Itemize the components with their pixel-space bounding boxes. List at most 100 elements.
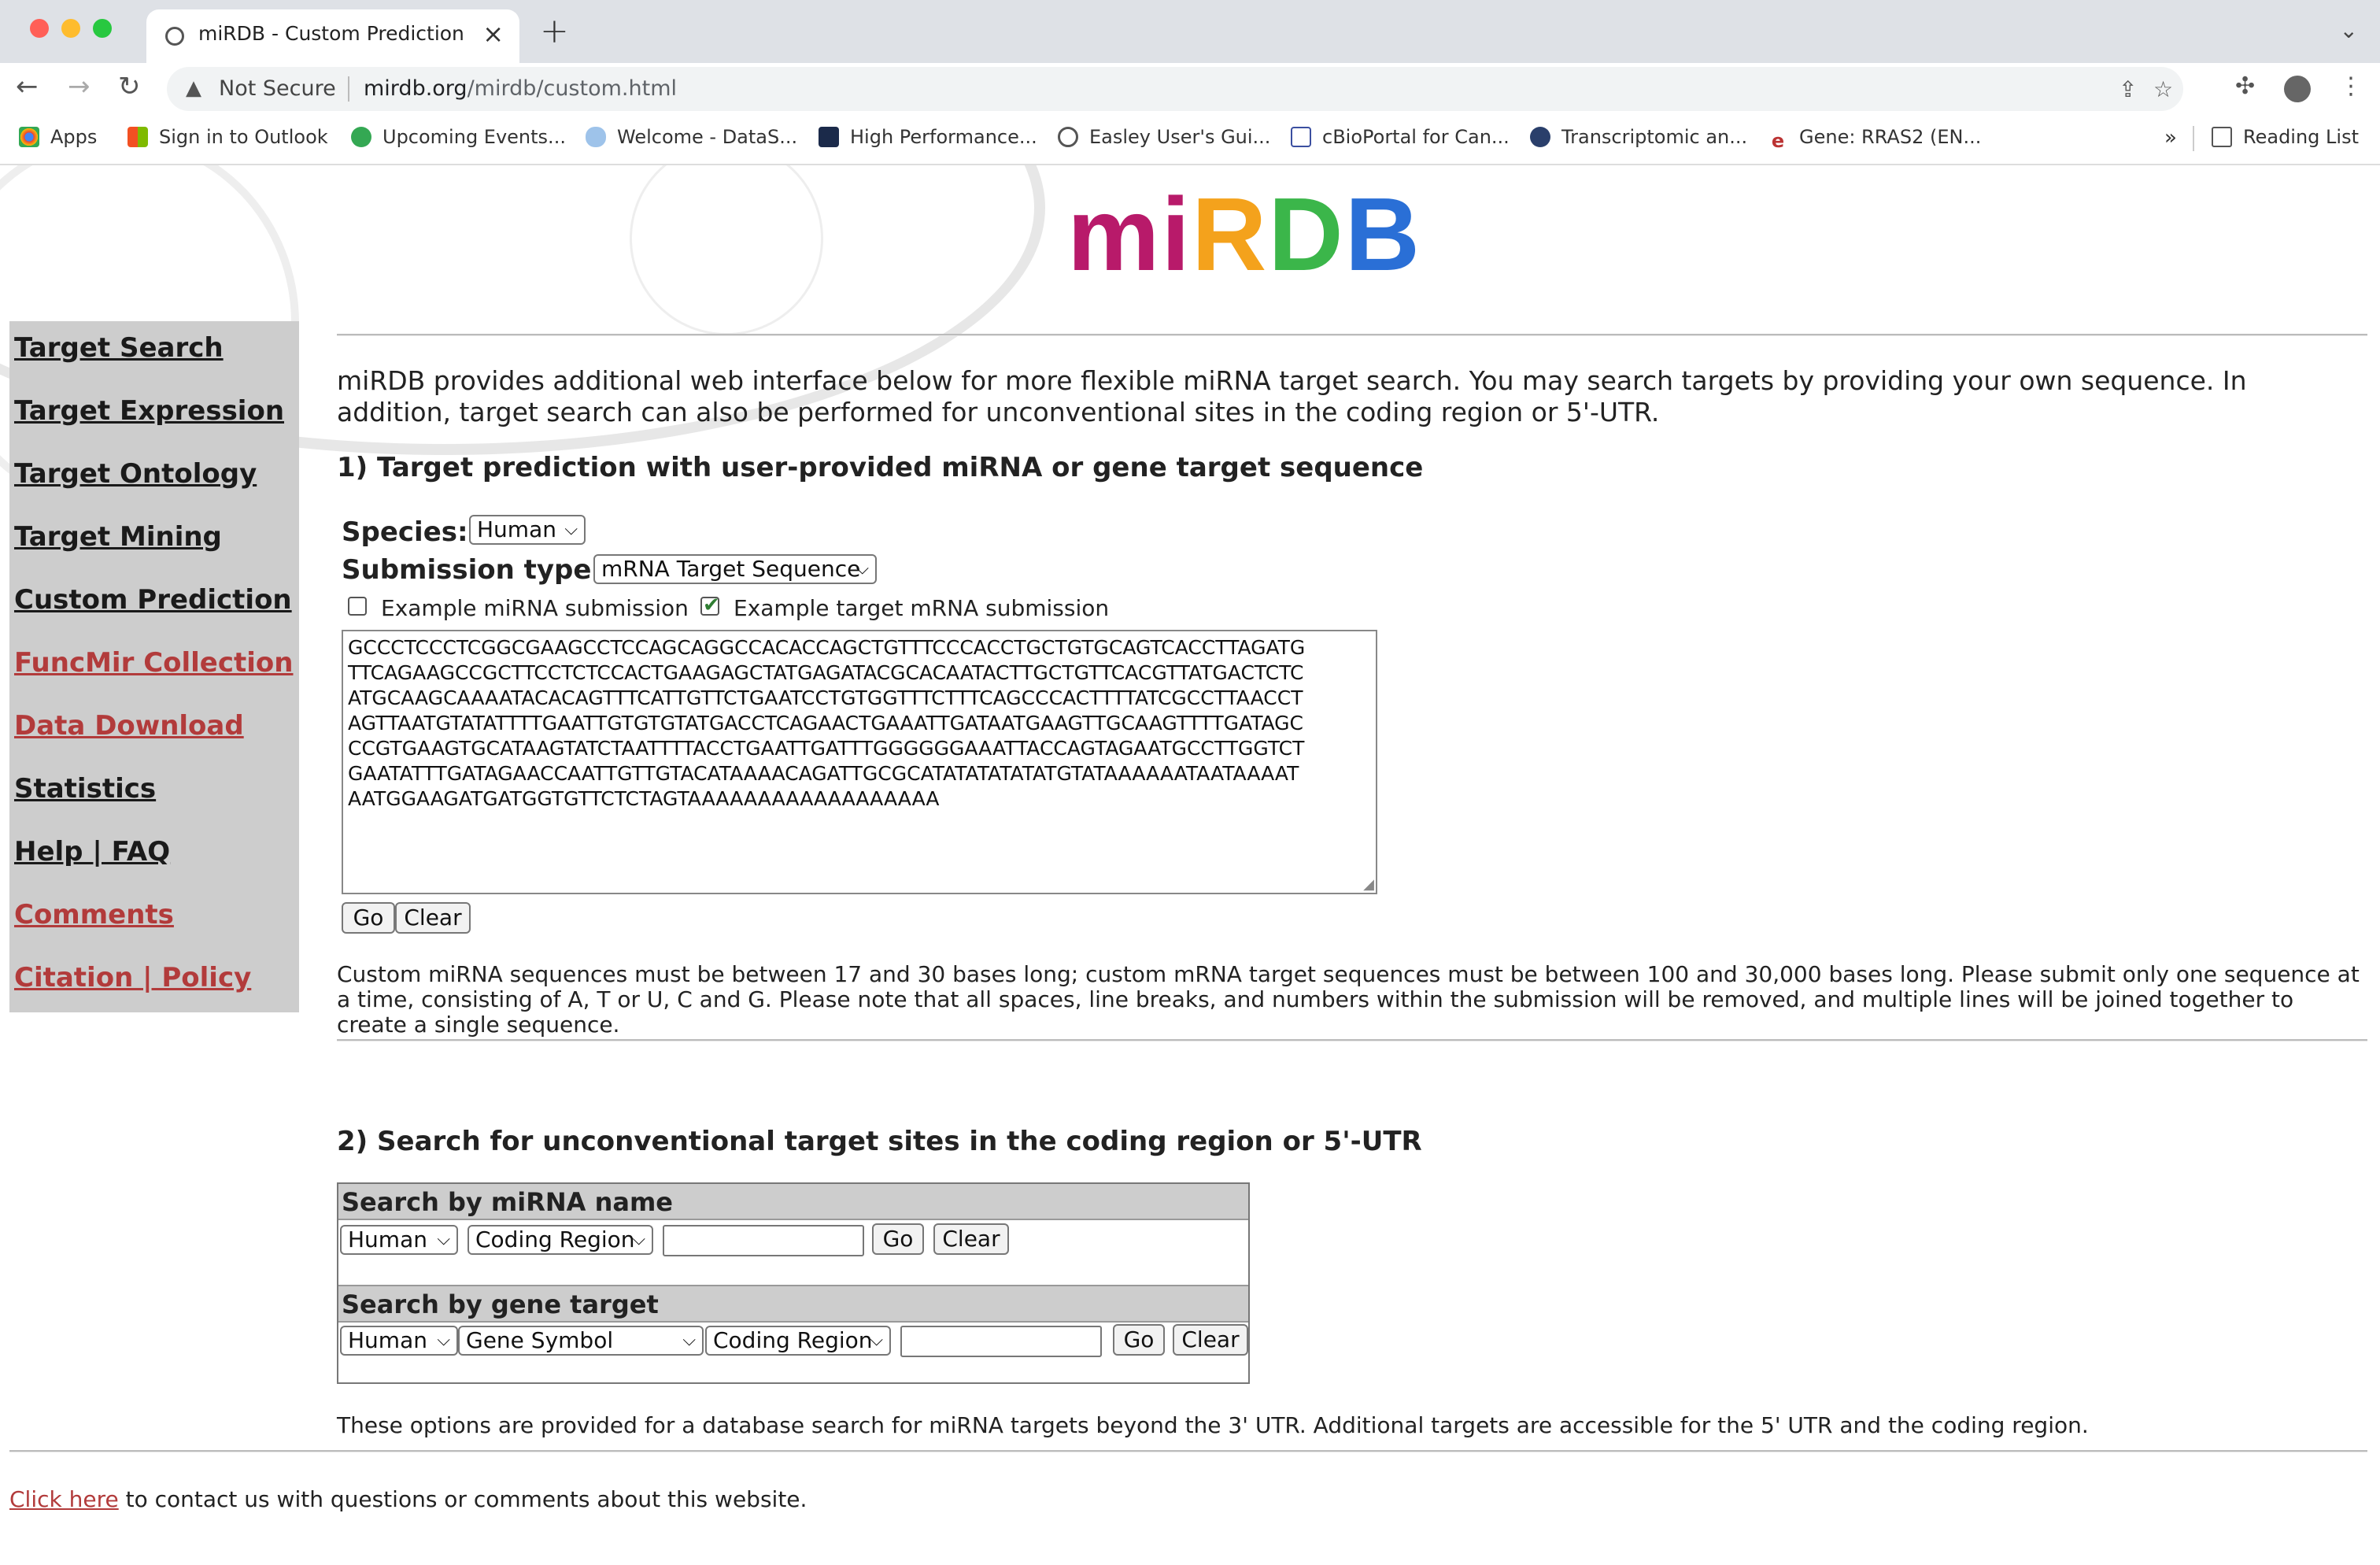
sequence-line: GAATATTTGATAGAACCAATTGTTGTACATAAAACAGATT… (348, 762, 1299, 785)
ensembl-icon: e (1768, 131, 1788, 151)
sidebar-item-comments[interactable]: Comments (14, 899, 174, 930)
bookmark-label: Welcome - DataS... (617, 126, 798, 148)
bookmark-label: Transcriptomic an... (1561, 126, 1748, 148)
sidebar-item-citation-policy[interactable]: Citation | Policy (14, 962, 251, 993)
extensions-puzzle-icon[interactable]: ✣ (2235, 72, 2255, 100)
minimize-window-button[interactable] (61, 19, 80, 38)
mirna-search-header-label: Search by miRNA name (342, 1187, 673, 1217)
mirdb-logo[interactable]: miRDB (1067, 175, 1421, 294)
reload-icon[interactable]: ↻ (118, 71, 141, 102)
sidebar-item-target-search[interactable]: Target Search (14, 332, 224, 364)
submission-type-select[interactable]: mRNA Target Sequence ⌵ (593, 554, 877, 584)
middle-divider (337, 1039, 2367, 1041)
bookmark-apps[interactable]: Apps (19, 126, 97, 148)
forward-arrow-icon[interactable]: → (68, 71, 91, 102)
sidebar-item-custom-prediction[interactable]: Custom Prediction (14, 584, 292, 616)
footer-divider (9, 1450, 2367, 1452)
close-tab-icon[interactable]: × (482, 19, 504, 49)
chevron-down-icon: ⌵ (682, 1330, 696, 1350)
logo-letter-d: D (1268, 176, 1345, 292)
mirna-name-input[interactable] (663, 1225, 864, 1256)
back-arrow-icon[interactable]: ← (16, 71, 39, 102)
bookmark-label: cBioPortal for Can... (1322, 126, 1510, 148)
example-mirna-checkbox[interactable] (348, 597, 367, 616)
resize-handle-icon[interactable]: ◢ (1363, 876, 1374, 893)
bookmark-label: Apps (50, 126, 98, 148)
gene-region-value: Coding Region (713, 1327, 873, 1353)
gene-region-select[interactable]: Coding Region ⌵ (705, 1326, 891, 1356)
bookmark-upcoming-events[interactable]: Upcoming Events... (351, 126, 566, 148)
logo-letter-b: B (1344, 176, 1422, 292)
circle-logo-icon (1530, 127, 1550, 147)
address-bar[interactable]: ▲ Not Secure mirdb.org/mirdb/custom.html… (167, 67, 2183, 111)
security-label[interactable]: Not Secure (219, 76, 336, 101)
sidebar-item-help-faq[interactable]: Help | FAQ (14, 836, 170, 868)
gene-search-header: Search by gene target (338, 1285, 1248, 1323)
mirna-clear-button[interactable]: Clear (933, 1223, 1009, 1255)
check-leaf-icon (351, 127, 371, 147)
bookmark-datas[interactable]: Welcome - DataS... (586, 126, 797, 148)
sidebar-item-target-mining[interactable]: Target Mining (14, 521, 222, 553)
url-text[interactable]: mirdb.org/mirdb/custom.html (364, 76, 677, 101)
example-mirna-label[interactable]: Example miRNA submission (381, 595, 689, 621)
browser-tab[interactable]: miRDB - Custom Prediction × (146, 9, 519, 63)
go-button[interactable]: Go (342, 902, 395, 934)
bookmark-label: Upcoming Events... (382, 126, 566, 148)
bookmarks-divider (2193, 126, 2194, 151)
sidebar-item-data-download[interactable]: Data Download (14, 710, 244, 742)
sidebar-item-statistics[interactable]: Statistics (14, 773, 156, 805)
contact-link[interactable]: Click here (9, 1486, 119, 1512)
gene-id-type-select[interactable]: Gene Symbol ⌵ (458, 1326, 704, 1356)
bookmark-label: High Performance... (850, 126, 1037, 148)
clear-button[interactable]: Clear (395, 902, 471, 934)
share-icon[interactable]: ⇪ (2119, 76, 2137, 102)
chevron-down-icon: ⌵ (437, 1330, 450, 1350)
tiger-icon (819, 127, 839, 147)
mirna-region-value: Coding Region (475, 1226, 635, 1252)
globe-icon (165, 27, 184, 46)
sequence-line: AATGGAAGATGATGGTGTTCTCTAGTAAAAAAAAAAAAAA… (348, 787, 940, 810)
sidebar-item-target-ontology[interactable]: Target Ontology (14, 458, 257, 490)
profile-avatar-icon[interactable] (2284, 76, 2311, 102)
sidebar-item-target-expression[interactable]: Target Expression (14, 395, 284, 427)
globe-icon (1058, 127, 1078, 147)
mirna-species-select[interactable]: Human ⌵ (340, 1225, 458, 1255)
gene-species-select[interactable]: Human ⌵ (340, 1326, 458, 1356)
mirna-species-value: Human (348, 1226, 427, 1252)
bookmark-high-performance[interactable]: High Performance... (819, 126, 1037, 148)
address-divider (348, 76, 349, 102)
reading-list-button[interactable]: Reading List (2212, 126, 2359, 148)
tab-search-chevron-icon[interactable]: ⌄ (2340, 17, 2358, 43)
example-target-checkbox[interactable] (700, 594, 720, 617)
bookmark-cbioportal[interactable]: cBioPortal for Can... (1291, 126, 1510, 148)
gene-go-button[interactable]: Go (1113, 1324, 1165, 1356)
url-path: /mirdb/custom.html (467, 76, 677, 101)
bookmark-gene-rras2[interactable]: e Gene: RRAS2 (EN... (1768, 126, 1981, 151)
bookmark-label: Easley User's Gui... (1089, 126, 1271, 148)
bookmark-star-icon[interactable]: ☆ (2153, 76, 2173, 102)
new-tab-icon[interactable]: + (540, 11, 569, 51)
bookmark-outlook[interactable]: Sign in to Outlook (128, 126, 328, 148)
more-menu-icon[interactable]: ⋮ (2339, 72, 2363, 100)
gene-target-input[interactable] (900, 1326, 1102, 1357)
maximize-window-button[interactable] (93, 19, 112, 38)
mirna-region-select[interactable]: Coding Region ⌵ (468, 1225, 653, 1255)
gene-id-type-value: Gene Symbol (466, 1327, 614, 1353)
unconventional-search-table: Search by miRNA name Human ⌵ Coding Regio… (337, 1182, 1250, 1384)
example-target-label[interactable]: Example target mRNA submission (734, 595, 1109, 621)
warning-triangle-icon[interactable]: ▲ (186, 76, 201, 100)
sequence-textarea[interactable]: GCCCTCCCTCGGCGAAGCCTCCAGCAGGCCACACCAGCTG… (342, 630, 1377, 894)
bookmark-easley[interactable]: Easley User's Gui... (1058, 126, 1270, 148)
sidebar-item-funcmir-collection[interactable]: FuncMir Collection (14, 647, 294, 679)
chevron-down-icon: ⌵ (870, 1330, 883, 1350)
bookmark-transcriptomic[interactable]: Transcriptomic an... (1530, 126, 1747, 148)
gene-search-header-label: Search by gene target (342, 1289, 659, 1319)
species-select[interactable]: Human ⌵ (469, 515, 586, 545)
close-window-button[interactable] (30, 19, 49, 38)
chevron-down-icon: ⌵ (856, 559, 869, 579)
microsoft-icon (128, 127, 148, 147)
gene-clear-button[interactable]: Clear (1173, 1324, 1248, 1356)
sidebar-nav: Target Search Target Expression Target O… (9, 321, 299, 1012)
bookmarks-overflow-icon[interactable]: » (2164, 126, 2177, 150)
mirna-go-button[interactable]: Go (872, 1223, 924, 1255)
